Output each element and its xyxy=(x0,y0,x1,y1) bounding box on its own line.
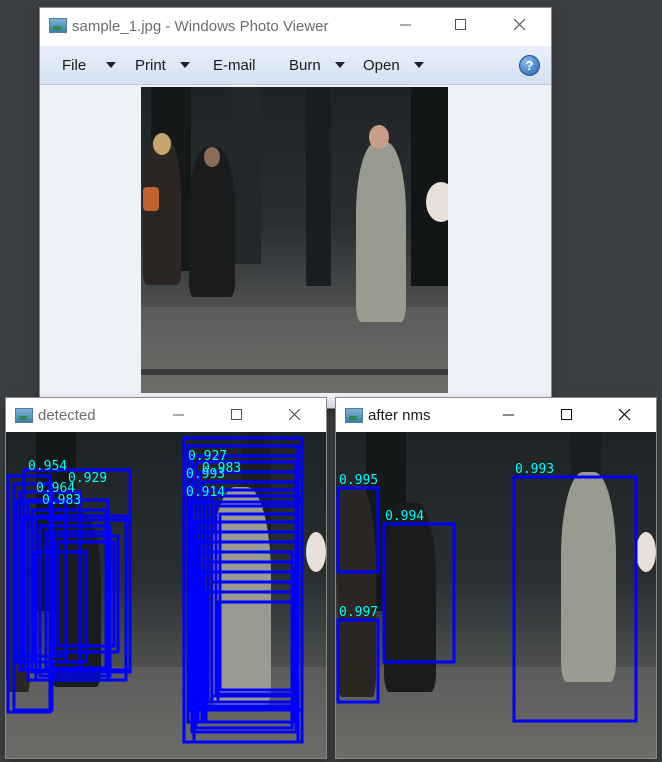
menu-file-label: File xyxy=(62,56,87,74)
viewer-menubar: File Print E-mail Burn Open ? xyxy=(40,46,551,85)
detection-score-label: 0.994 xyxy=(385,509,424,524)
detection-box xyxy=(512,475,638,723)
after-nms-titlebar[interactable]: after nms xyxy=(336,398,656,432)
help-icon[interactable]: ? xyxy=(519,55,540,76)
raw-detection-box xyxy=(216,600,296,704)
after-nms-title: after nms xyxy=(368,407,431,424)
raw-detection-box xyxy=(214,504,298,696)
close-button[interactable] xyxy=(497,8,543,42)
minimize-button[interactable] xyxy=(383,8,429,42)
maximize-button[interactable] xyxy=(214,398,260,432)
minimize-button[interactable] xyxy=(486,398,532,432)
detected-image: 0.954 0.929 0.964 0.983 0.993 0.914 0.927 0.983 xyxy=(6,432,326,758)
menu-open-label: Open xyxy=(363,56,400,74)
detection-score-label: 0.914 xyxy=(186,485,225,500)
close-icon xyxy=(289,409,301,421)
menu-print[interactable]: Print xyxy=(135,46,190,84)
photo-viewer-app-icon xyxy=(49,18,67,33)
dropdown-arrow-icon xyxy=(413,62,424,68)
detection-box xyxy=(336,486,380,574)
minimize-icon xyxy=(503,414,514,416)
dropdown-arrow-icon xyxy=(179,62,190,68)
maximize-icon xyxy=(455,19,466,30)
close-icon xyxy=(514,19,526,31)
menu-open[interactable]: Open xyxy=(363,46,424,84)
after-nms-image: 0.995 0.994 0.997 0.993 xyxy=(336,432,656,758)
detection-score-label: 0.995 xyxy=(339,473,378,488)
detection-box xyxy=(382,522,456,664)
dropdown-arrow-icon xyxy=(334,62,345,68)
detection-score-label: 0.983 xyxy=(202,461,241,476)
photo-viewer-window: sample_1.jpg - Windows Photo Viewer File… xyxy=(40,8,551,408)
displayed-photo xyxy=(141,87,448,393)
raw-detection-box xyxy=(210,494,300,698)
opencv-window-icon xyxy=(345,408,363,423)
detection-box xyxy=(336,618,380,704)
after-nms-window: after nms 0.995 0.994 0.997 0.993 xyxy=(336,398,656,758)
detected-window: detected 0.954 0.929 0.964 0.983 0.993 0.914 0… xyxy=(6,398,326,758)
close-icon xyxy=(619,409,631,421)
detection-score-label: 0.993 xyxy=(515,462,554,477)
viewer-title: sample_1.jpg - Windows Photo Viewer xyxy=(72,18,329,35)
close-button[interactable] xyxy=(272,398,318,432)
minimize-icon xyxy=(400,24,411,26)
raw-detection-box xyxy=(210,580,296,704)
menu-print-label: Print xyxy=(135,56,166,74)
maximize-button[interactable] xyxy=(438,8,484,42)
detected-title: detected xyxy=(38,407,96,424)
dropdown-arrow-icon xyxy=(106,62,117,68)
maximize-icon xyxy=(231,409,242,420)
menu-burn-label: Burn xyxy=(289,56,321,74)
maximize-icon xyxy=(561,409,572,420)
minimize-button[interactable] xyxy=(156,398,202,432)
detected-titlebar[interactable]: detected xyxy=(6,398,326,432)
detection-score-label: 0.983 xyxy=(42,493,81,508)
raw-detection-box xyxy=(30,508,108,674)
viewer-image-area xyxy=(40,85,551,408)
menu-email[interactable]: E-mail xyxy=(213,46,256,84)
viewer-titlebar[interactable]: sample_1.jpg - Windows Photo Viewer xyxy=(40,8,551,46)
menu-email-label: E-mail xyxy=(213,56,256,74)
minimize-icon xyxy=(173,414,184,416)
detection-score-label: 0.997 xyxy=(339,605,378,620)
maximize-button[interactable] xyxy=(544,398,590,432)
menu-file[interactable]: File xyxy=(62,46,117,84)
detection-score-label: 0.954 xyxy=(28,459,67,474)
close-button[interactable] xyxy=(602,398,648,432)
menu-burn[interactable]: Burn xyxy=(289,46,345,84)
detected-boxes-overlay: 0.9540.9290.9640.9830.9930.9140.9270.983 xyxy=(6,436,304,744)
nms-boxes-overlay: 0.995 0.994 0.997 0.993 xyxy=(336,462,638,723)
opencv-window-icon xyxy=(15,408,33,423)
